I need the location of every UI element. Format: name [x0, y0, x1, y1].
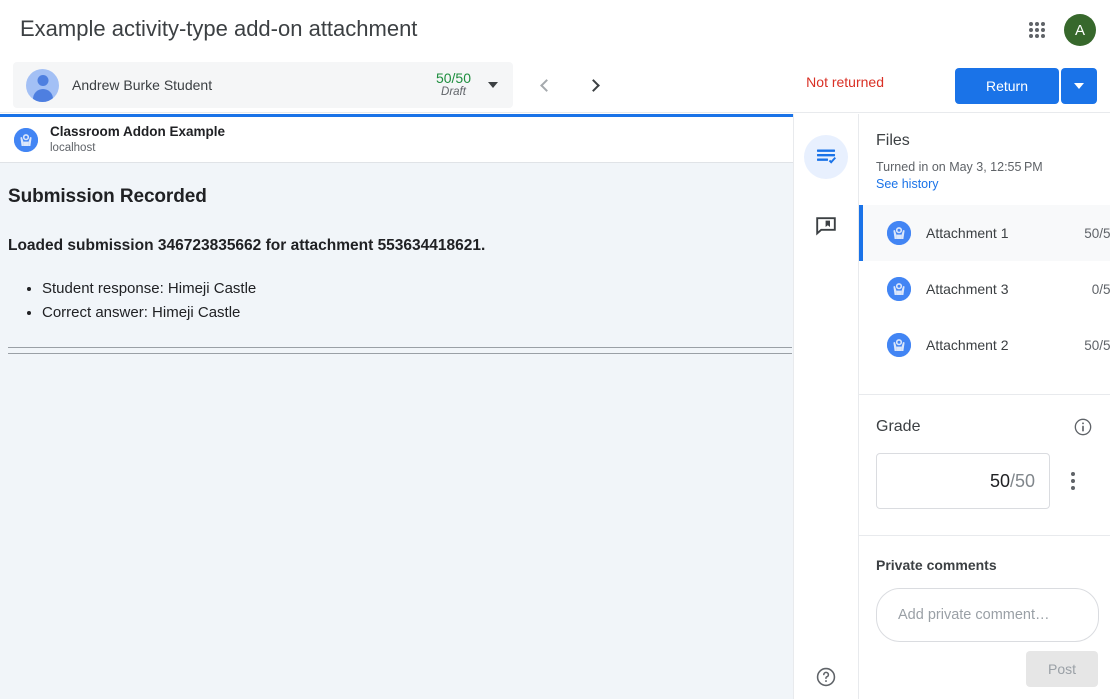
private-comment-input[interactable]: Add private comment… — [876, 588, 1099, 642]
submission-detail-list: Student response: Himeji Castle Correct … — [42, 277, 775, 325]
grade-header: Grade — [859, 395, 1110, 437]
file-name: Attachment 2 — [926, 337, 1084, 353]
grade-input[interactable]: 50/50 — [876, 453, 1050, 509]
files-title: Files — [859, 114, 1110, 150]
horizontal-rule — [8, 347, 792, 348]
more-vert-icon[interactable] — [1055, 463, 1091, 499]
grade-section: Grade 50/50 — [859, 395, 1110, 509]
grade-value: 50 — [990, 471, 1010, 492]
private-comments-title: Private comments — [859, 536, 1110, 573]
list-item: Student response: Himeji Castle — [42, 277, 775, 301]
next-student-button[interactable] — [578, 68, 612, 102]
kebab-dot — [1071, 479, 1075, 483]
person-avatar-icon — [26, 69, 59, 102]
file-name: Attachment 3 — [926, 281, 1092, 297]
student-name: Andrew Burke Student — [72, 77, 436, 93]
divider-group — [8, 347, 792, 354]
list-item[interactable]: Attachment 1 50/50 — [859, 205, 1110, 261]
horizontal-rule — [8, 353, 792, 354]
list-item[interactable]: Attachment 3 0/50 — [859, 261, 1110, 317]
post-comment-button[interactable]: Post — [1026, 651, 1098, 687]
file-name: Attachment 1 — [926, 225, 1084, 241]
kebab-dot — [1071, 472, 1075, 476]
grid-dot — [1029, 28, 1033, 32]
chevron-right-icon — [587, 79, 600, 92]
addon-content-panel: Classroom Addon Example localhost Submis… — [0, 114, 793, 699]
grade-title: Grade — [876, 418, 1073, 436]
chevron-left-icon — [540, 79, 553, 92]
tool-rail — [793, 114, 858, 699]
turned-in-timestamp: Turned in on May 3, 12:55 PM — [859, 150, 1110, 174]
addon-host: localhost — [50, 141, 225, 155]
return-button[interactable]: Return — [955, 68, 1059, 104]
grading-sidebar: Files Turned in on May 3, 12:55 PM See h… — [858, 114, 1110, 699]
post-button-row: Post — [859, 651, 1110, 687]
addon-header: Classroom Addon Example localhost — [0, 117, 793, 163]
grading-app-window: Example activity-type add-on attachment … — [0, 0, 1110, 699]
page-title: Example activity-type add-on attachment — [20, 16, 417, 42]
grid-dot — [1035, 22, 1039, 26]
chevron-down-icon — [1074, 83, 1084, 89]
see-history-link[interactable]: See history — [859, 174, 939, 191]
student-selector-caret[interactable] — [479, 82, 507, 88]
addon-body: Submission Recorded Loaded submission 34… — [0, 164, 793, 699]
grid-dot — [1029, 22, 1033, 26]
return-options-button[interactable] — [1061, 68, 1097, 104]
file-score: 50/50 — [1084, 226, 1110, 241]
submission-heading: Submission Recorded — [8, 186, 775, 208]
addon-identity: Classroom Addon Example localhost — [50, 124, 225, 154]
list-item[interactable]: Attachment 2 50/50 — [859, 317, 1110, 373]
grid-dot — [1041, 28, 1045, 32]
file-score: 0/50 — [1092, 282, 1110, 297]
grade-input-row: 50/50 — [859, 437, 1110, 509]
info-circle-icon[interactable] — [1073, 417, 1093, 437]
chevron-down-icon — [488, 82, 498, 88]
grade-denominator: /50 — [1010, 471, 1035, 492]
apps-grid-dots — [1029, 22, 1045, 38]
classroom-addon-icon — [887, 221, 911, 245]
submission-description: Loaded submission 346723835662 for attac… — [8, 237, 775, 255]
private-comment-placeholder: Add private comment… — [898, 607, 1050, 623]
student-selector[interactable]: Andrew Burke Student 50/50 Draft — [13, 62, 513, 108]
files-section: Files Turned in on May 3, 12:55 PM See h… — [859, 114, 1110, 373]
account-avatar[interactable]: A — [1064, 14, 1096, 46]
apps-grid-icon[interactable] — [1020, 13, 1054, 47]
kebab-dot — [1071, 486, 1075, 490]
top-header-bar: Example activity-type add-on attachment … — [0, 0, 1110, 58]
student-state-label: Draft — [436, 86, 471, 99]
file-score: 50/50 — [1084, 338, 1110, 353]
status-badge: Not returned — [806, 74, 884, 90]
addon-name: Classroom Addon Example — [50, 124, 225, 140]
grid-dot — [1041, 34, 1045, 38]
header-actions: A — [1020, 13, 1096, 47]
grid-dot — [1035, 28, 1039, 32]
student-score-block: 50/50 Draft — [436, 70, 471, 99]
previous-student-button[interactable] — [528, 68, 562, 102]
grid-dot — [1041, 22, 1045, 26]
return-button-group: Return — [955, 68, 1097, 104]
grid-dot — [1035, 34, 1039, 38]
list-item: Correct answer: Himeji Castle — [42, 301, 775, 325]
help-circle-icon[interactable] — [808, 659, 844, 695]
student-score: 50/50 — [436, 70, 471, 86]
assignment-checked-icon[interactable] — [804, 135, 848, 179]
grid-dot — [1029, 34, 1033, 38]
comment-bank-icon[interactable] — [804, 204, 848, 248]
file-list: Attachment 1 50/50 Atta — [859, 205, 1110, 373]
classroom-addon-icon — [887, 333, 911, 357]
classroom-addon-icon — [14, 128, 38, 152]
classroom-addon-icon — [887, 277, 911, 301]
student-navigation — [528, 68, 612, 102]
private-comments-section: Private comments Add private comment… Po… — [859, 536, 1110, 687]
